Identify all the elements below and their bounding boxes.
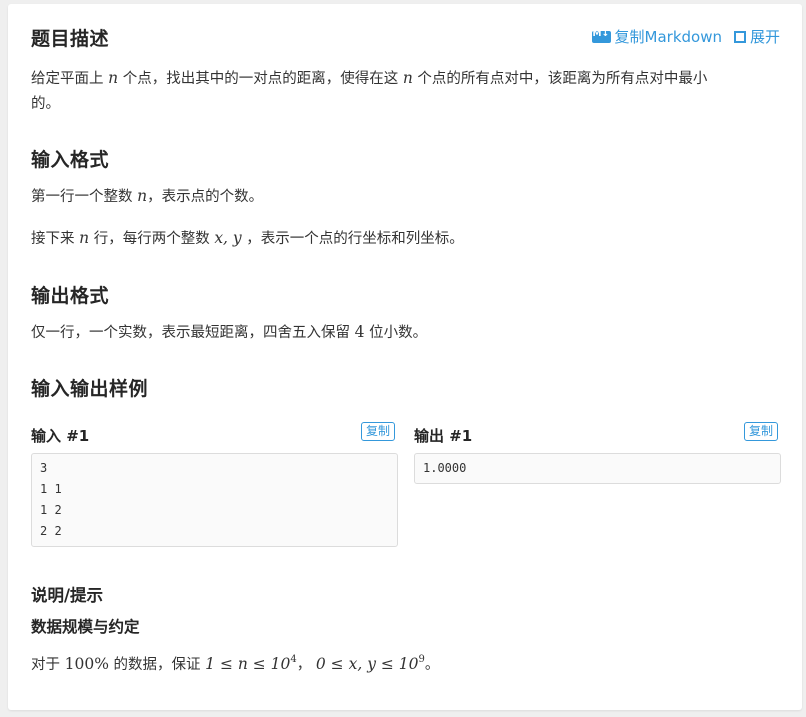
sample-input-line: 1 2 [40, 503, 62, 517]
section-title-hint: 说明/提示 [31, 586, 104, 605]
section-title-samples: 输入输出样例 [31, 378, 149, 400]
sample-input-box[interactable]: 3 1 1 1 2 2 2 [31, 453, 398, 547]
copy-input-button[interactable]: 复制 [361, 422, 396, 441]
expand-icon [733, 30, 746, 43]
copy-markdown-button[interactable]: 复制Markdown [591, 26, 722, 47]
output-format-line-1: 仅一行，一个实数，表示最短距离，四舍五入保留 4 位小数。 [31, 323, 428, 341]
section-title-output-format: 输出格式 [31, 285, 110, 307]
description-line-2: 的。 [31, 96, 60, 112]
description-line-1: 给定平面上 n 个点，找出其中的一对点的距离，使得在这 n 个点的所有点对中，该… [31, 69, 708, 87]
expand-label: 展开 [749, 28, 780, 46]
sample-input-line: 3 [40, 461, 48, 475]
hint-constraints: 对于 100% 的数据，保证 1 ≤ n ≤ 104， 0 ≤ x, y ≤ 1… [31, 654, 440, 673]
input-format-line-2: 接下来 n 行，每行两个整数 x, y ，表示一个点的行坐标和列坐标。 [31, 229, 464, 247]
sample-output-line: 1.0000 [423, 461, 467, 475]
sample-input-label: 输入 #1 [31, 427, 90, 445]
markdown-icon [591, 29, 611, 43]
input-format-line-1: 第一行一个整数 n，表示点的个数。 [31, 187, 264, 205]
header-actions: 复制Markdown 展开 [591, 26, 780, 47]
section-title-description: 题目描述 [31, 28, 110, 50]
copy-markdown-label: 复制Markdown [614, 28, 722, 46]
section-title-input-format: 输入格式 [31, 149, 110, 171]
sample-output-label: 输出 #1 [414, 427, 473, 445]
sample-output-box[interactable]: 1.0000 [414, 453, 781, 484]
hint-subtitle: 数据规模与约定 [31, 618, 140, 636]
problem-card: 题目描述 复制Markdown 展开 给定平面上 n 个点，找出其中的一对点的距… [8, 4, 802, 710]
sample-input-line: 2 2 [40, 524, 62, 538]
copy-output-button[interactable]: 复制 [744, 422, 779, 441]
sample-input-line: 1 1 [40, 482, 62, 496]
expand-button[interactable]: 展开 [733, 26, 780, 47]
